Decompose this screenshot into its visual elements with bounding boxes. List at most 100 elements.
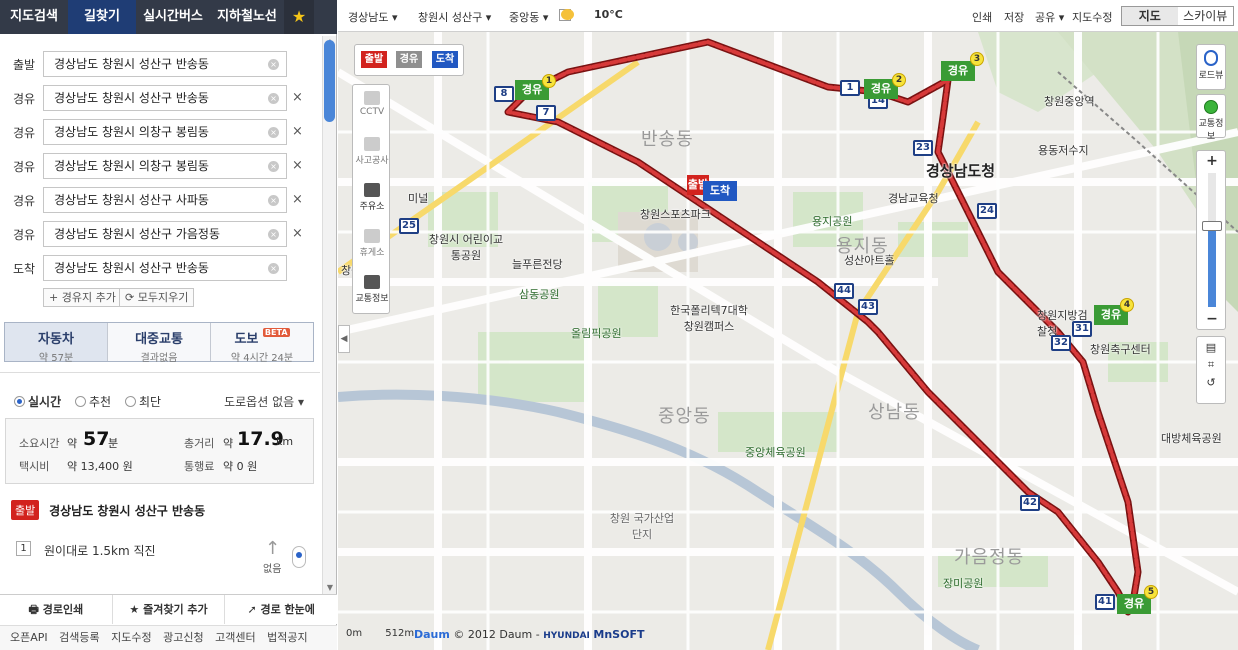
tab-directions[interactable]: 길찾기 bbox=[68, 0, 136, 34]
clear-all-label: 모두지우기 bbox=[137, 291, 189, 304]
route-icon: ➚ bbox=[247, 603, 261, 616]
route-marker[interactable]: 42 bbox=[1020, 495, 1040, 511]
place-label: 창원스포츠파크 bbox=[640, 208, 711, 221]
remove-waypoint-icon[interactable]: × bbox=[292, 226, 303, 241]
place-label: 대방체육공원 bbox=[1161, 432, 1222, 445]
route-marker[interactable]: 8 bbox=[494, 86, 514, 102]
region-dropdown-province[interactable]: 경상남도 ▾ bbox=[348, 9, 398, 25]
remove-waypoint-icon[interactable]: × bbox=[292, 192, 303, 207]
footer-link-legal[interactable]: 법적공지 bbox=[267, 631, 307, 644]
clear-icon[interactable]: × bbox=[268, 229, 279, 240]
route-marker[interactable]: 31 bbox=[1072, 321, 1092, 337]
footer-link-search-register[interactable]: 검색등록 bbox=[59, 631, 99, 644]
remove-waypoint-icon[interactable]: × bbox=[292, 158, 303, 173]
legend-start-flag[interactable]: 출발 bbox=[361, 51, 387, 68]
collapse-panel-icon[interactable]: ◀ bbox=[338, 325, 350, 353]
clear-icon[interactable]: × bbox=[268, 93, 279, 104]
region-dropdown-dong[interactable]: 중앙동 ▾ bbox=[509, 9, 548, 25]
roadview-icon bbox=[1204, 50, 1218, 66]
area-icon[interactable]: ⌗ bbox=[1197, 358, 1225, 372]
print-route-button[interactable]: 🖶 경로인쇄 bbox=[0, 595, 113, 624]
option-realtime[interactable]: 실시간 bbox=[14, 393, 61, 410]
share-dropdown[interactable]: 공유 ▾ bbox=[1035, 9, 1064, 25]
waypoint-input[interactable]: 경상남도 창원시 성산구 반송동 × bbox=[43, 85, 287, 111]
tool-label: 교통정보 bbox=[355, 294, 389, 304]
view-skyview-button[interactable]: 스카이뷰 bbox=[1178, 7, 1234, 25]
mode-walk[interactable]: 도보 BETA 약 4시간 24분 bbox=[211, 323, 313, 364]
waypoint-input[interactable]: 경상남도 창원시 성산구 가음정동 × bbox=[43, 221, 287, 247]
roadview-icon[interactable] bbox=[292, 546, 306, 568]
route-marker[interactable]: 41 bbox=[1095, 594, 1115, 610]
map-area[interactable]: 경상남도 ▾ 창원시 성산구 ▾ 중앙동 ▾ 10°C 인쇄 저장 공유 ▾ 지… bbox=[338, 0, 1238, 650]
waypoint-input[interactable]: 경상남도 창원시 의창구 봉림동 × bbox=[43, 153, 287, 179]
end-flag[interactable]: 도착 bbox=[703, 181, 737, 201]
waypoint-input[interactable]: 경상남도 창원시 성산구 사파동 × bbox=[43, 187, 287, 213]
clear-icon[interactable]: × bbox=[268, 263, 279, 274]
clear-all-button[interactable]: ⟳ 모두지우기 bbox=[119, 288, 195, 307]
option-label: 추천 bbox=[89, 395, 112, 409]
remove-waypoint-icon[interactable]: × bbox=[292, 90, 303, 105]
reset-icon[interactable]: ↺ bbox=[1197, 376, 1225, 389]
footer-link-support[interactable]: 고객센터 bbox=[215, 631, 255, 644]
destination-input[interactable]: 경상남도 창원시 성산구 반송동 × bbox=[43, 255, 287, 281]
traffic-button[interactable]: 교통정보 bbox=[1196, 94, 1226, 142]
waypoint-input[interactable]: 경상남도 창원시 의창구 봉림동 × bbox=[43, 119, 287, 145]
route-marker[interactable]: 7 bbox=[536, 105, 556, 121]
tool-cctv[interactable]: CCTV bbox=[353, 85, 391, 129]
save-link[interactable]: 저장 bbox=[1004, 9, 1024, 25]
print-link[interactable]: 인쇄 bbox=[972, 9, 992, 25]
route-marker[interactable]: 43 bbox=[858, 299, 878, 315]
zoom-handle[interactable] bbox=[1202, 221, 1222, 231]
route-overview-button[interactable]: ➚ 경로 한눈에 bbox=[225, 595, 337, 624]
waypoint-flag[interactable]: 경유 bbox=[941, 61, 975, 81]
route-marker[interactable]: 25 bbox=[399, 218, 419, 234]
route-marker[interactable]: 32 bbox=[1051, 335, 1071, 351]
tool-traffic[interactable]: 교통정보 bbox=[353, 269, 391, 313]
remove-waypoint-icon[interactable]: × bbox=[292, 124, 303, 139]
mode-car[interactable]: 자동차 약 57분 bbox=[5, 323, 108, 364]
clear-icon[interactable]: × bbox=[268, 59, 279, 70]
region-dropdown-city[interactable]: 창원시 성산구 ▾ bbox=[418, 9, 491, 25]
option-recommended[interactable]: 추천 bbox=[75, 393, 111, 410]
footer-link-openapi[interactable]: 오픈API bbox=[10, 631, 48, 644]
road-option-dropdown[interactable]: 도로옵션 없음 ▾ bbox=[224, 393, 304, 410]
ruler-icon[interactable]: ▤ bbox=[1197, 341, 1225, 354]
tool-gas-station[interactable]: 주유소 bbox=[353, 177, 391, 221]
tab-subway[interactable]: 지하철노선 bbox=[210, 0, 284, 34]
route-overview-label: 경로 한눈에 bbox=[260, 603, 315, 616]
add-favorite-button[interactable]: ★ 즐겨찾기 추가 bbox=[113, 595, 226, 624]
route-marker[interactable]: 1 bbox=[840, 80, 860, 96]
mode-transit[interactable]: 대중교통 결과없음 bbox=[108, 323, 211, 364]
scroll-thumb[interactable] bbox=[324, 40, 335, 122]
footer-link-map-edit[interactable]: 지도수정 bbox=[111, 631, 151, 644]
footer-link-ad[interactable]: 광고신청 bbox=[163, 631, 203, 644]
zoom-out-icon[interactable]: − bbox=[1204, 311, 1220, 327]
route-step[interactable]: 1 원이대로 1.5km 직진 ↑ 없음 bbox=[16, 538, 316, 580]
start-input[interactable]: 경상남도 창원시 성산구 반송동 × bbox=[43, 51, 287, 77]
tool-rest-area[interactable]: 휴게소 bbox=[353, 223, 391, 267]
legend-waypoint-flag[interactable]: 경유 bbox=[396, 51, 422, 68]
route-marker[interactable]: 24 bbox=[977, 203, 997, 219]
option-shortest[interactable]: 최단 bbox=[125, 393, 161, 410]
scroll-down-icon[interactable]: ▼ bbox=[324, 582, 336, 594]
tab-map-search[interactable]: 지도검색 bbox=[0, 0, 68, 34]
add-waypoint-button[interactable]: + 경유지 추가 bbox=[43, 288, 122, 307]
roadview-button[interactable]: 로드뷰 bbox=[1196, 44, 1226, 90]
favorite-star-icon[interactable]: ★ bbox=[284, 0, 314, 34]
zoom-in-icon[interactable]: + bbox=[1204, 153, 1220, 169]
tab-realtime-bus[interactable]: 실시간버스 bbox=[136, 0, 210, 34]
clear-icon[interactable]: × bbox=[268, 161, 279, 172]
clear-icon[interactable]: × bbox=[268, 195, 279, 206]
clear-icon[interactable]: × bbox=[268, 127, 279, 138]
toll-value: 약 0 원 bbox=[223, 460, 258, 473]
tool-accident[interactable]: 사고공사 bbox=[353, 131, 391, 175]
legend-end-flag[interactable]: 도착 bbox=[432, 51, 458, 68]
place-label: 창원시 어린이교통공원 bbox=[428, 233, 504, 262]
left-scrollbar[interactable]: ▲ ▼ bbox=[322, 36, 336, 596]
place-label: 한국폴리텍7대학 창원캠퍼스 bbox=[670, 304, 748, 333]
map-edit-link[interactable]: 지도수정 bbox=[1072, 9, 1112, 25]
route-marker[interactable]: 44 bbox=[834, 283, 854, 299]
route-marker[interactable]: 23 bbox=[913, 140, 933, 156]
view-map-button[interactable]: 지도 bbox=[1122, 7, 1178, 25]
place-label: 장미공원 bbox=[943, 577, 984, 590]
